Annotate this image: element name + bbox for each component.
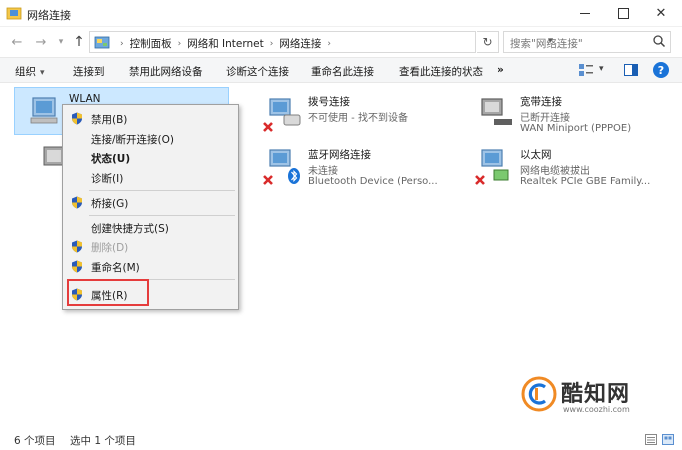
more-commands-button[interactable]: » <box>497 64 504 76</box>
dialup-modem-icon <box>263 98 301 132</box>
menu-separator <box>89 190 235 191</box>
menu-item-delete: 删除(D) <box>63 237 238 256</box>
search-input[interactable]: 搜索"网络连接" <box>503 31 671 53</box>
address-input[interactable]: › 控制面板 › 网络和 Internet › 网络连接 › ▾ <box>89 31 553 53</box>
adapter-ethernet[interactable]: 以太网 网络电缆被拔出 Realtek PCIe GBE Family... <box>466 142 681 190</box>
adapter-device: WAN Miniport (PPPOE) <box>520 123 632 134</box>
uac-shield-icon <box>72 260 82 273</box>
recent-locations-button[interactable]: ▾ <box>52 33 70 51</box>
change-view-icon[interactable] <box>578 63 594 78</box>
menu-item-label: 诊断(I) <box>91 173 124 185</box>
preview-pane-icon[interactable] <box>624 64 638 76</box>
menu-item-status[interactable]: 状态(U) <box>63 148 238 167</box>
view-options-dropdown[interactable]: ▾ <box>599 64 604 74</box>
adapter-device: Bluetooth Device (Perso... <box>308 176 438 187</box>
breadcrumb-network-connections[interactable]: 网络连接 <box>279 36 321 51</box>
details-view-icon[interactable] <box>645 434 657 445</box>
address-bar: ← → ▾ ↑ › 控制面板 › 网络和 Internet › 网络连接 › ▾… <box>0 27 682 57</box>
broadband-adapter-icon <box>481 98 512 125</box>
maximize-button[interactable] <box>604 0 642 27</box>
uac-shield-icon <box>72 112 82 125</box>
menu-item-rename[interactable]: 重命名(M) <box>63 257 238 276</box>
menu-item-bridge[interactable]: 桥接(G) <box>63 193 238 212</box>
menu-item-label: 连接/断开连接(O) <box>91 134 174 146</box>
coozhi-logo-icon <box>521 376 557 412</box>
minimize-button[interactable] <box>566 0 604 27</box>
adapter-name: 宽带连接 <box>520 96 562 108</box>
adapter-device: Realtek PCIe GBE Family... <box>520 176 651 187</box>
organize-button[interactable]: 组织 <box>15 64 45 79</box>
breadcrumb-separator: › <box>327 38 331 49</box>
uac-shield-icon <box>72 240 82 253</box>
bluetooth-adapter-icon <box>263 149 300 185</box>
control-panel-icon <box>94 36 110 49</box>
breadcrumb-control-panel[interactable]: 控制面板 <box>130 36 172 51</box>
disable-device-button[interactable]: 禁用此网络设备 <box>129 64 203 79</box>
rename-connection-button[interactable]: 重命名此连接 <box>311 64 374 79</box>
network-folder-icon <box>6 7 22 20</box>
adapter-status: 不可使用 - 找不到设备 <box>308 113 408 124</box>
adapter-status: 网络电缆被拔出 <box>520 166 590 177</box>
ethernet-adapter-icon <box>475 149 509 185</box>
wireless-adapter-icon <box>30 97 58 124</box>
adapter-name: 拨号连接 <box>308 96 350 108</box>
watermark-url: www.coozhi.com <box>563 405 630 414</box>
view-status-button[interactable]: 查看此连接的状态 <box>399 64 483 79</box>
menu-item-label: 桥接(G) <box>91 198 129 210</box>
adapter-bluetooth[interactable]: 蓝牙网络连接 未连接 Bluetooth Device (Perso... <box>254 142 469 190</box>
uac-shield-icon <box>72 196 82 209</box>
refresh-button[interactable]: ↻ <box>477 31 499 53</box>
breadcrumb-separator: › <box>120 38 124 49</box>
menu-item-disable[interactable]: 禁用(B) <box>63 109 238 128</box>
menu-item-label: 重命名(M) <box>91 262 140 274</box>
forward-button[interactable]: → <box>32 33 50 51</box>
menu-separator <box>89 215 235 216</box>
up-button[interactable]: ↑ <box>70 33 88 51</box>
properties-highlight <box>67 279 149 306</box>
menu-item-connect-disconnect[interactable]: 连接/断开连接(O) <box>63 129 238 148</box>
command-toolbar: 组织 连接到 禁用此网络设备 诊断这个连接 重命名此连接 查看此连接的状态 » … <box>0 57 682 83</box>
breadcrumb: › 控制面板 › 网络和 Internet › 网络连接 › <box>114 36 337 51</box>
watermark: 酷知网 www.coozhi.com <box>521 374 646 418</box>
watermark-brand: 酷知网 <box>561 382 631 407</box>
menu-item-diagnose[interactable]: 诊断(I) <box>63 168 238 187</box>
breadcrumb-separator: › <box>269 38 274 49</box>
search-placeholder: 搜索"网络连接" <box>510 38 583 50</box>
menu-item-label: 创建快捷方式(S) <box>91 223 169 235</box>
menu-item-label: 状态(U) <box>91 153 131 165</box>
breadcrumb-network-internet[interactable]: 网络和 Internet <box>187 36 264 51</box>
help-icon[interactable]: ? <box>653 62 669 78</box>
window-title: 网络连接 <box>27 9 71 22</box>
adapter-broadband[interactable]: 宽带连接 已断开连接 WAN Miniport (PPPOE) <box>466 89 681 137</box>
menu-item-label: 禁用(B) <box>91 114 128 126</box>
connect-to-button[interactable]: 连接到 <box>73 64 105 79</box>
adapter-status: 已断开连接 <box>520 113 570 124</box>
back-button[interactable]: ← <box>8 33 26 51</box>
status-bar: 6 个项目 选中 1 个项目 <box>0 429 682 450</box>
menu-item-create-shortcut[interactable]: 创建快捷方式(S) <box>63 218 238 237</box>
close-button[interactable]: ✕ <box>642 0 680 27</box>
search-icon[interactable] <box>652 34 666 48</box>
selected-count: 选中 1 个项目 <box>70 435 136 447</box>
adapter-dialup[interactable]: 拨号连接 不可使用 - 找不到设备 <box>254 89 469 137</box>
breadcrumb-separator: › <box>177 38 182 49</box>
diagnose-connection-button[interactable]: 诊断这个连接 <box>226 64 289 79</box>
adapter-status: 未连接 <box>308 166 338 177</box>
adapter-name: 以太网 <box>520 149 552 161</box>
title-bar: 网络连接 ✕ <box>0 0 682 27</box>
adapter-name: 蓝牙网络连接 <box>308 149 371 161</box>
item-count: 6 个项目 <box>14 435 56 447</box>
large-icons-view-icon[interactable] <box>662 434 674 445</box>
menu-item-label: 删除(D) <box>91 242 129 254</box>
